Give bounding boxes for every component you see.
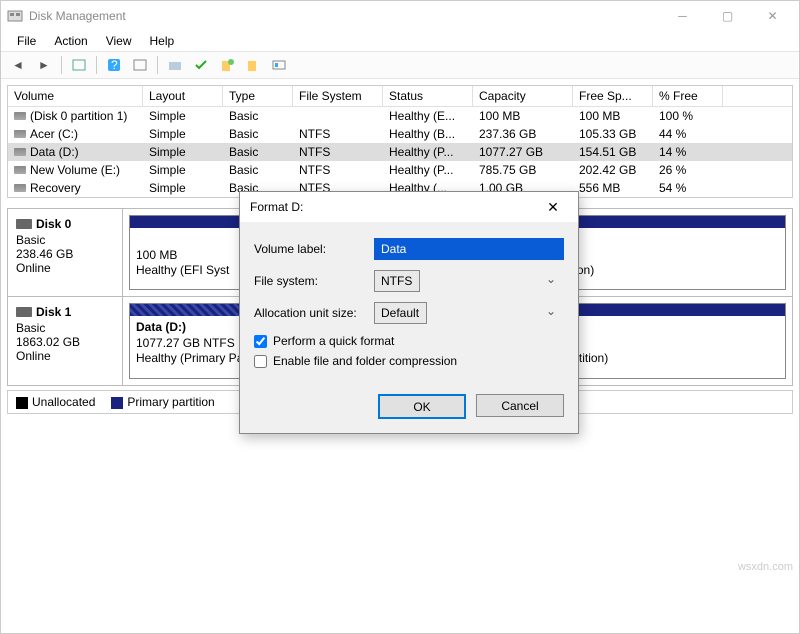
disk-label: Disk 0 Basic238.46 GBOnline: [8, 209, 123, 296]
volume-label-label: Volume label:: [254, 242, 374, 256]
disk-label: Disk 1 Basic1863.02 GBOnline: [8, 297, 123, 385]
dialog-title: Format D:: [250, 200, 538, 214]
svg-text:?: ?: [111, 58, 118, 72]
col-type[interactable]: Type: [223, 86, 293, 106]
tool-icon[interactable]: [68, 54, 90, 76]
format-dialog: Format D: ✕ Volume label: File system: N…: [239, 191, 579, 434]
tool-icon[interactable]: [216, 54, 238, 76]
column-headers: Volume Layout Type File System Status Ca…: [8, 86, 792, 107]
col-filesystem[interactable]: File System: [293, 86, 383, 106]
minimize-button[interactable]: ─: [660, 1, 705, 31]
disk-icon: [16, 307, 32, 317]
volume-icon: [14, 130, 26, 138]
quick-format-checkbox[interactable]: [254, 335, 267, 348]
legend-primary: Primary partition: [127, 395, 214, 409]
ok-button[interactable]: OK: [378, 394, 466, 419]
watermark: wsxdn.com: [738, 561, 793, 573]
tool-icon[interactable]: [268, 54, 290, 76]
help-icon[interactable]: ?: [103, 54, 125, 76]
volume-list: Volume Layout Type File System Status Ca…: [7, 85, 793, 198]
dialog-titlebar: Format D: ✕: [240, 192, 578, 222]
allocation-select[interactable]: Default: [374, 302, 427, 324]
quick-format-label: Perform a quick format: [273, 334, 394, 348]
col-pctfree[interactable]: % Free: [653, 86, 723, 106]
cancel-button[interactable]: Cancel: [476, 394, 564, 417]
tool-icon[interactable]: [129, 54, 151, 76]
unallocated-swatch: [16, 397, 28, 409]
close-button[interactable]: ✕: [750, 1, 795, 31]
title-bar: Disk Management ─ ▢ ✕: [1, 1, 799, 31]
volume-icon: [14, 166, 26, 174]
col-free[interactable]: Free Sp...: [573, 86, 653, 106]
primary-partition-swatch: [111, 397, 123, 409]
volume-icon: [14, 184, 26, 192]
forward-icon[interactable]: ►: [33, 54, 55, 76]
window-title: Disk Management: [29, 9, 660, 23]
disk-icon: [16, 219, 32, 229]
volume-icon: [14, 112, 26, 120]
col-status[interactable]: Status: [383, 86, 473, 106]
table-row[interactable]: (Disk 0 partition 1)SimpleBasicHealthy (…: [8, 107, 792, 125]
filesystem-select[interactable]: NTFS: [374, 270, 420, 292]
compression-checkbox[interactable]: [254, 355, 267, 368]
table-row[interactable]: Data (D:)SimpleBasicNTFSHealthy (P...107…: [8, 143, 792, 161]
dialog-close-icon[interactable]: ✕: [538, 199, 568, 216]
col-layout[interactable]: Layout: [143, 86, 223, 106]
menu-bar: File Action View Help: [1, 31, 799, 51]
menu-help[interactable]: Help: [142, 32, 183, 50]
toolbar: ◄ ► ?: [1, 51, 799, 79]
legend-unallocated: Unallocated: [32, 395, 95, 409]
menu-file[interactable]: File: [9, 32, 44, 50]
table-row[interactable]: New Volume (E:)SimpleBasicNTFSHealthy (P…: [8, 161, 792, 179]
back-icon[interactable]: ◄: [7, 54, 29, 76]
volume-label-input[interactable]: [374, 238, 564, 260]
compression-label: Enable file and folder compression: [273, 354, 457, 368]
menu-view[interactable]: View: [98, 32, 140, 50]
tool-icon[interactable]: [190, 54, 212, 76]
col-volume[interactable]: Volume: [8, 86, 143, 106]
menu-action[interactable]: Action: [46, 32, 95, 50]
tool-icon[interactable]: [242, 54, 264, 76]
table-row[interactable]: Acer (C:)SimpleBasicNTFSHealthy (B...237…: [8, 125, 792, 143]
volume-icon: [14, 148, 26, 156]
tool-icon[interactable]: [164, 54, 186, 76]
app-icon: [7, 8, 23, 24]
col-capacity[interactable]: Capacity: [473, 86, 573, 106]
maximize-button[interactable]: ▢: [705, 1, 750, 31]
allocation-label: Allocation unit size:: [254, 306, 374, 320]
filesystem-label: File system:: [254, 274, 374, 288]
